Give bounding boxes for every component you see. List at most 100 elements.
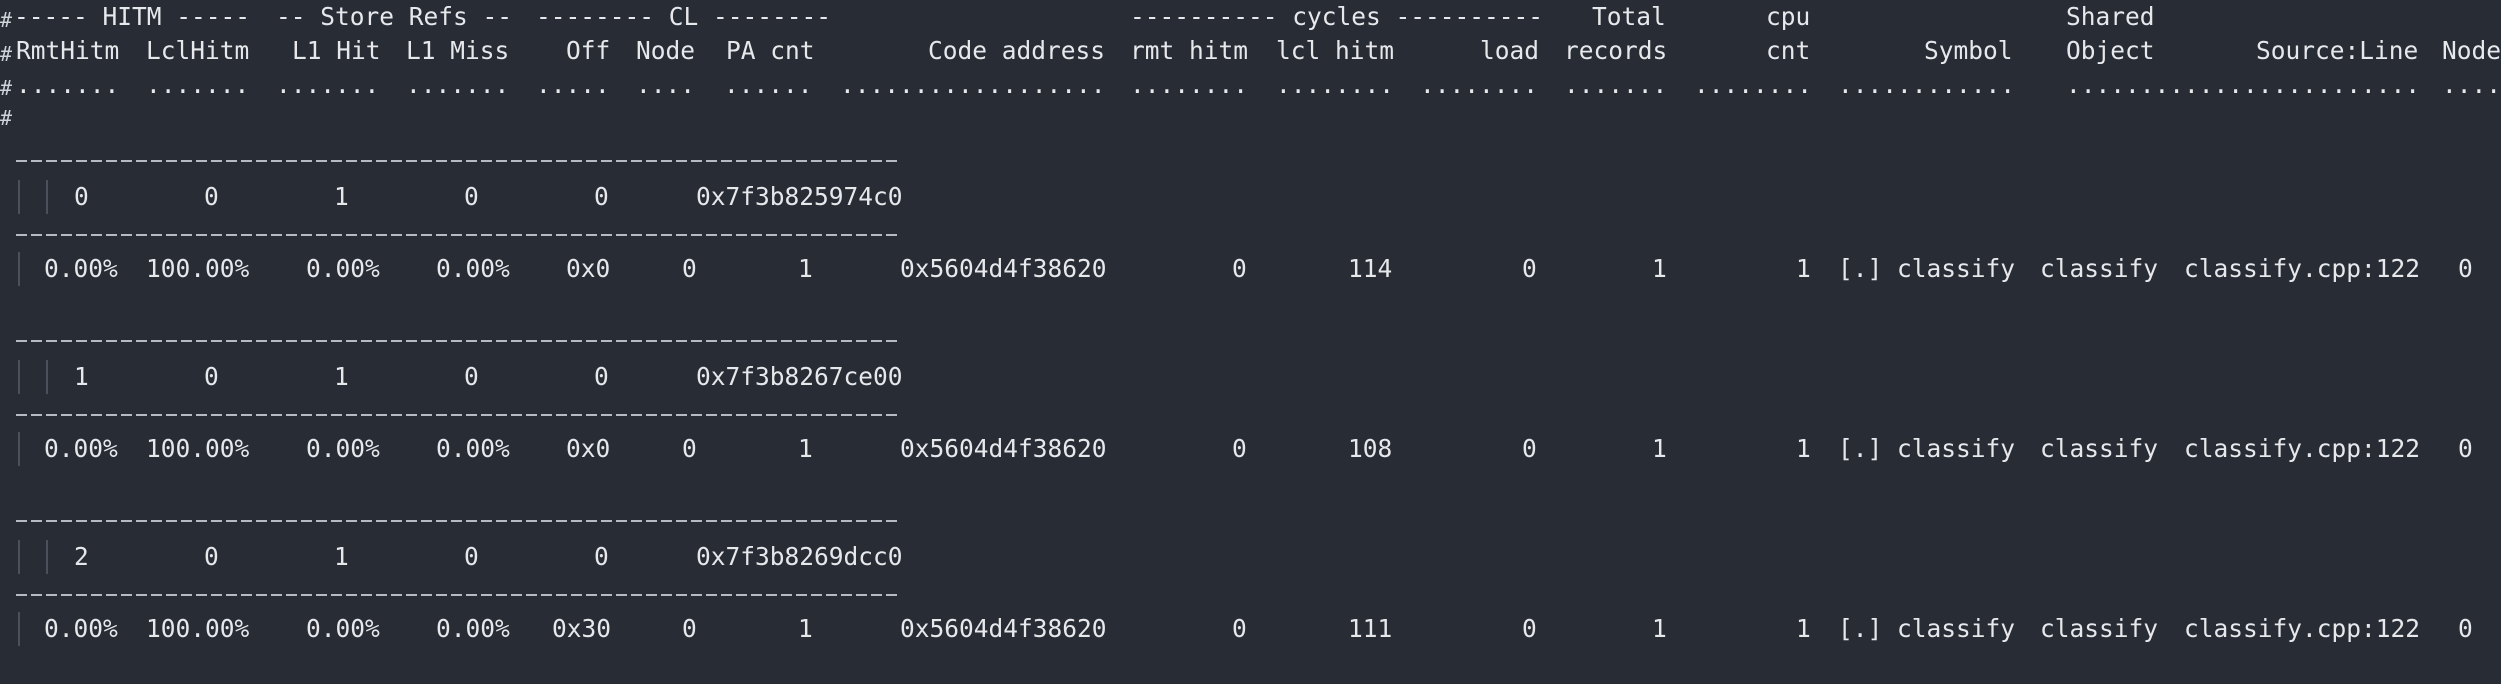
dots-symbol: ............ (1838, 70, 2016, 99)
cacheline-address: 0x7f3b825974c0 (696, 182, 903, 211)
tree-guide (18, 180, 20, 214)
cell-cycles-lcl-hitm: 108 (1348, 434, 1393, 463)
tree-guide (18, 360, 20, 394)
cacheline-l1-miss: 0 (464, 362, 479, 391)
header-group-hitm: ----- HITM ----- (14, 2, 251, 31)
tree-guide (18, 252, 20, 286)
cell-source-line: classify.cpp:122 (2184, 434, 2421, 463)
cacheline-index: 2 (74, 542, 89, 571)
tree-guide (46, 180, 48, 214)
cell-node-tail: 0 (2458, 434, 2473, 463)
cell-l1-hit: 0.00% (306, 254, 380, 283)
cell-off: 0x0 (566, 254, 611, 283)
cell-source-line: classify.cpp:122 (2184, 254, 2421, 283)
separator-line (16, 520, 898, 522)
cell-cpu-cnt: 1 (1796, 254, 1811, 283)
separator-line (16, 160, 898, 162)
col-code-address: Code address (928, 36, 1106, 65)
cell-lcl-hitm: 100.00% (146, 434, 250, 463)
cell-pa-cnt: 1 (798, 434, 813, 463)
cell-l1-miss: 0.00% (436, 434, 510, 463)
cell-total-records: 1 (1652, 614, 1667, 643)
col-l1-hit: L1 Hit (292, 36, 381, 65)
col-node-tail: Node (2442, 36, 2501, 65)
cell-symbol: [.] classify (1838, 254, 2016, 283)
dots-source-line: ................ (2184, 70, 2421, 99)
cell-rmt-hitm: 0.00% (44, 614, 118, 643)
cell-l1-miss: 0.00% (436, 254, 510, 283)
cell-node-tail: 0 (2458, 254, 2473, 283)
cell-shared-object: classify (2040, 614, 2159, 643)
tree-guide (18, 432, 20, 466)
cell-cycles-lcl-hitm: 111 (1348, 614, 1393, 643)
cacheline-rmt-hitm: 0 (204, 182, 219, 211)
separator-line (16, 340, 898, 342)
dots-rmt-hitm: ....... (16, 70, 120, 99)
dots-l1-hit: ....... (276, 70, 380, 99)
cacheline-address: 0x7f3b8269dcc0 (696, 542, 903, 571)
cell-l1-hit: 0.00% (306, 434, 380, 463)
cacheline-index: 0 (74, 182, 89, 211)
cell-lcl-hitm: 100.00% (146, 254, 250, 283)
cacheline-address: 0x7f3b8267ce00 (696, 362, 903, 391)
cell-l1-miss: 0.00% (436, 614, 510, 643)
col-pa-cnt: PA cnt (726, 36, 815, 65)
dots-cycles-load: ........ (1420, 70, 1539, 99)
cell-off: 0x30 (552, 614, 612, 643)
cell-code-address: 0x5604d4f38620 (900, 254, 1107, 283)
dots-node-tail: .... (2442, 70, 2501, 99)
dots-node: .... (636, 70, 696, 99)
cell-cycles-load: 0 (1522, 614, 1537, 643)
cell-code-address: 0x5604d4f38620 (900, 434, 1107, 463)
header-cpu: cpu (1766, 2, 1811, 31)
cacheline-l1-miss: 0 (464, 182, 479, 211)
dots-l1-miss: ....... (406, 70, 510, 99)
tree-guide (46, 540, 48, 574)
dots-off: ..... (536, 70, 610, 99)
cell-cycles-rmt-hitm: 0 (1232, 254, 1247, 283)
cell-node-tail: 0 (2458, 614, 2473, 643)
cell-total-records: 1 (1652, 434, 1667, 463)
cell-lcl-hitm: 100.00% (146, 614, 250, 643)
cell-shared-object: classify (2040, 254, 2159, 283)
dots-lcl-hitm: ....... (146, 70, 250, 99)
col-l1-miss: L1 Miss (406, 36, 510, 65)
cell-source-line: classify.cpp:122 (2184, 614, 2421, 643)
dots-shared-object: ........ (2066, 70, 2185, 99)
cell-symbol: [.] classify (1838, 614, 2016, 643)
cell-shared-object: classify (2040, 434, 2159, 463)
dots-total-records: ....... (1564, 70, 1668, 99)
dots-pa-cnt: ...... (724, 70, 813, 99)
cell-rmt-hitm: 0.00% (44, 254, 118, 283)
cacheline-l1-miss: 0 (464, 542, 479, 571)
header-group-cycles: ---------- cycles ---------- (1130, 2, 1544, 31)
gutter-marker: # (0, 8, 13, 32)
dots-cycles-rmt-hitm: ........ (1130, 70, 1249, 99)
cell-code-address: 0x5604d4f38620 (900, 614, 1107, 643)
cell-cycles-load: 0 (1522, 254, 1537, 283)
cell-pa-cnt: 1 (798, 254, 813, 283)
separator-line (16, 414, 898, 416)
col-symbol: Symbol (1924, 36, 2013, 65)
cell-l1-hit: 0.00% (306, 614, 380, 643)
col-cycles-lcl-hitm: lcl hitm (1276, 36, 1395, 65)
dots-cpu-cnt: ........ (1694, 70, 1813, 99)
cacheline-l1-hit: 1 (334, 542, 349, 571)
col-cpu-cnt: cnt (1766, 36, 1811, 65)
col-total-records: records (1564, 36, 1668, 65)
cell-cpu-cnt: 1 (1796, 434, 1811, 463)
dots-code-address: .................. (840, 70, 1106, 99)
cacheline-l1-hit: 1 (334, 182, 349, 211)
gutter-marker: # (0, 76, 13, 100)
col-cycles-load: load (1480, 36, 1540, 65)
header-group-store-refs: -- Store Refs -- (276, 2, 513, 31)
cell-node: 0 (682, 254, 697, 283)
cacheline-rmt-hitm: 0 (204, 362, 219, 391)
cacheline-rmt-hitm: 0 (204, 542, 219, 571)
col-node: Node (636, 36, 696, 65)
separator-line (16, 234, 898, 236)
cell-cpu-cnt: 1 (1796, 614, 1811, 643)
cacheline-store-miss: 0 (594, 362, 609, 391)
separator-line (16, 594, 898, 596)
col-shared-object: Object (2066, 36, 2155, 65)
